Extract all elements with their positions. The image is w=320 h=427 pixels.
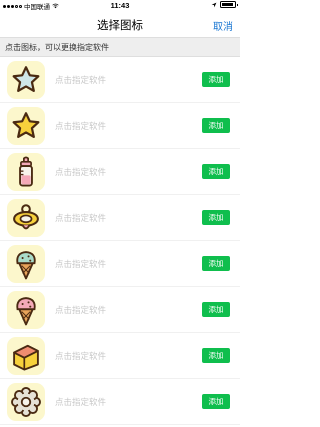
ice-cream-mint-icon xyxy=(16,251,36,280)
location-arrow-icon xyxy=(211,2,217,7)
ice-cream-pink-icon xyxy=(16,297,36,326)
cake-icon xyxy=(13,344,39,371)
status-right xyxy=(211,1,238,8)
row-label: 点击指定软件 xyxy=(55,259,107,269)
row-label: 点击指定软件 xyxy=(55,75,107,85)
row-label: 点击指定软件 xyxy=(55,167,107,177)
baby-bottle-icon xyxy=(19,156,33,187)
icon-tile[interactable] xyxy=(7,61,45,99)
list-item: 点击指定软件 添加 xyxy=(0,379,240,425)
star-yellow-icon xyxy=(12,112,40,138)
battery-level xyxy=(222,3,234,6)
icon-list: 点击指定软件 添加 点击指定软件 添加 点击指定软件 添加 点击指定软件 添加 … xyxy=(0,57,240,425)
icon-tile[interactable] xyxy=(7,383,45,421)
pacifier-icon xyxy=(13,204,39,230)
list-item: 点击指定软件 添加 xyxy=(0,149,240,195)
cancel-button[interactable]: 取消 xyxy=(213,18,233,33)
icon-tile[interactable] xyxy=(7,291,45,329)
icon-tile[interactable] xyxy=(7,245,45,283)
list-item: 点击指定软件 添加 xyxy=(0,333,240,379)
add-button[interactable]: 添加 xyxy=(202,394,230,409)
add-button[interactable]: 添加 xyxy=(202,348,230,363)
row-label: 点击指定软件 xyxy=(55,305,107,315)
add-button[interactable]: 添加 xyxy=(202,72,230,87)
star-outline-icon xyxy=(12,66,40,92)
list-item: 点击指定软件 添加 xyxy=(0,195,240,241)
list-item: 点击指定软件 添加 xyxy=(0,241,240,287)
hint-banner: 点击图标，可以更换指定软件 xyxy=(0,37,240,57)
hint-text: 点击图标，可以更换指定软件 xyxy=(5,43,109,52)
icon-tile[interactable] xyxy=(7,153,45,191)
list-item: 点击指定软件 添加 xyxy=(0,287,240,333)
page-title: 选择图标 xyxy=(97,20,143,32)
list-item: 点击指定软件 添加 xyxy=(0,57,240,103)
add-button[interactable]: 添加 xyxy=(202,118,230,133)
nav-bar: 选择图标 取消 xyxy=(0,11,240,37)
add-button[interactable]: 添加 xyxy=(202,256,230,271)
battery-icon xyxy=(220,1,238,8)
row-label: 点击指定软件 xyxy=(55,397,107,407)
icon-tile[interactable] xyxy=(7,337,45,375)
add-button[interactable]: 添加 xyxy=(202,164,230,179)
add-button[interactable]: 添加 xyxy=(202,302,230,317)
flower-gear-icon xyxy=(11,387,41,417)
row-label: 点击指定软件 xyxy=(55,351,107,361)
row-label: 点击指定软件 xyxy=(55,213,107,223)
add-button[interactable]: 添加 xyxy=(202,210,230,225)
icon-tile[interactable] xyxy=(7,107,45,145)
status-bar: 中国联通 11:43 xyxy=(0,0,240,11)
status-time: 11:43 xyxy=(110,1,130,10)
list-item: 点击指定软件 添加 xyxy=(0,103,240,149)
row-label: 点击指定软件 xyxy=(55,121,107,131)
icon-tile[interactable] xyxy=(7,199,45,237)
